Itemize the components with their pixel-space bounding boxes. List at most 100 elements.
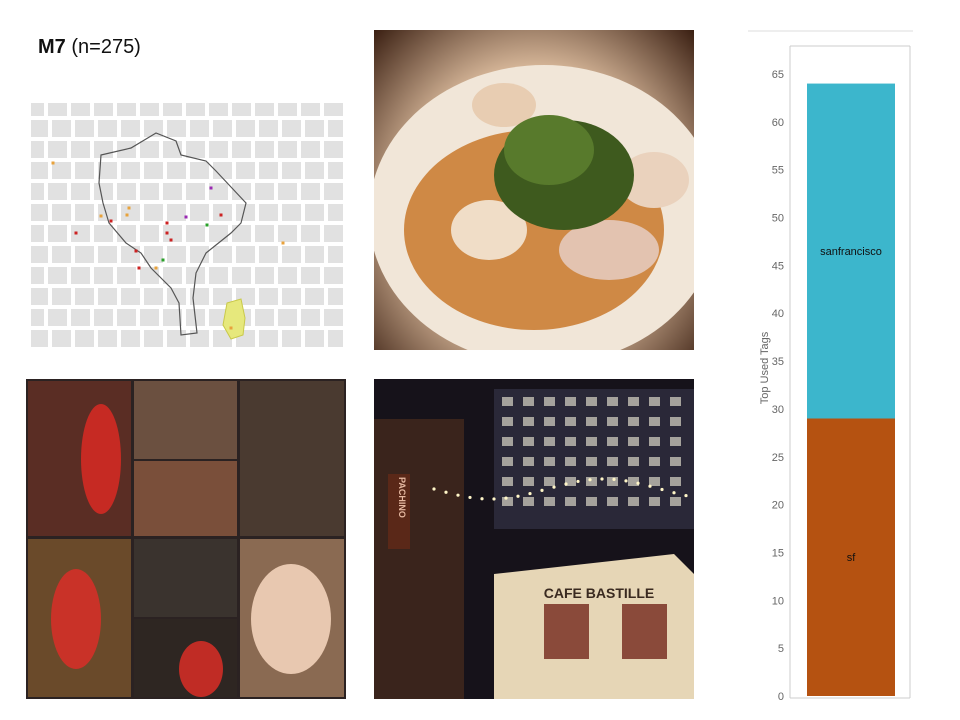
map-dot	[205, 223, 209, 227]
map-block	[94, 309, 113, 326]
map-block	[167, 162, 186, 179]
map-block	[278, 225, 297, 242]
pachino-sign: PACHINO	[397, 477, 407, 518]
map-block	[31, 267, 44, 284]
tags-chart: Top Used Tags 0 5 10 15 20 25 30 35 40 45 50 55 60 65…	[748, 28, 913, 704]
map-dot	[169, 238, 173, 242]
y-tick-label: 55	[772, 165, 784, 177]
map-block	[301, 225, 320, 242]
map-block	[98, 330, 117, 347]
map-block	[52, 330, 71, 347]
map-block	[94, 267, 113, 284]
string-light	[504, 496, 508, 500]
map-block	[328, 120, 343, 137]
string-light	[528, 491, 532, 496]
building-window	[649, 437, 660, 446]
map-block	[75, 120, 94, 137]
building-window	[628, 457, 639, 466]
page-title: M7 (n=275)	[38, 36, 141, 59]
map-block	[48, 225, 67, 242]
string-light	[564, 482, 568, 486]
map-block	[190, 246, 209, 263]
map-block	[301, 183, 320, 200]
string-light	[612, 477, 616, 482]
string-light	[456, 493, 460, 497]
map-block	[167, 330, 186, 347]
map-block	[213, 246, 232, 263]
map-block	[52, 288, 71, 305]
map-block	[121, 288, 140, 305]
building-window	[523, 477, 534, 486]
map-block	[31, 162, 48, 179]
map-block	[140, 225, 159, 242]
map-block	[98, 120, 117, 137]
map-block	[31, 183, 44, 200]
map-block	[121, 330, 140, 347]
map-block	[186, 141, 205, 158]
map-block	[209, 141, 228, 158]
y-tick-label: 65	[772, 69, 784, 81]
building-window	[544, 437, 555, 446]
map-block	[278, 103, 297, 116]
map-block	[117, 267, 136, 284]
map-block	[121, 246, 140, 263]
building-window	[523, 397, 534, 406]
chart-svg: Top Used Tags 0 5 10 15 20 25 30 35 40 45 50 55 60 65…	[748, 30, 913, 703]
map-block	[186, 103, 205, 116]
map-block	[232, 103, 251, 116]
map-block	[186, 225, 205, 242]
map-block	[31, 246, 48, 263]
map-block	[163, 103, 182, 116]
string-light	[540, 488, 544, 493]
map-block	[71, 103, 90, 116]
map-block	[213, 204, 232, 221]
map-block	[328, 288, 343, 305]
building-window	[649, 497, 660, 506]
building-window	[670, 417, 681, 426]
map-dot	[165, 231, 169, 235]
y-tick-label: 20	[772, 500, 784, 512]
map-block	[259, 120, 278, 137]
map-block	[52, 246, 71, 263]
building-window	[544, 417, 555, 426]
y-tick-label: 25	[772, 452, 784, 464]
string-light	[684, 493, 688, 498]
map-block	[75, 330, 94, 347]
map-block	[259, 330, 278, 347]
map-dot	[154, 266, 158, 270]
map-block	[52, 120, 71, 137]
building-window	[523, 437, 534, 446]
map-block	[31, 204, 48, 221]
map-block	[236, 246, 255, 263]
y-tick-label: 10	[772, 595, 784, 607]
building-window	[670, 397, 681, 406]
map-block	[190, 120, 209, 137]
map-block	[117, 225, 136, 242]
building-window	[649, 457, 660, 466]
map-block	[305, 120, 324, 137]
building-window	[502, 437, 513, 446]
map-block	[236, 162, 255, 179]
map-block	[301, 309, 320, 326]
building-window	[502, 457, 513, 466]
map-block	[232, 267, 251, 284]
map-block	[324, 103, 343, 116]
string-light	[552, 485, 556, 489]
map-block	[209, 267, 228, 284]
building-window	[502, 477, 513, 486]
building-window	[523, 417, 534, 426]
map-dot	[184, 215, 188, 219]
building-window	[586, 497, 597, 506]
map-block	[31, 330, 48, 347]
map-block	[144, 288, 163, 305]
map-block	[167, 204, 186, 221]
building-window	[649, 477, 660, 486]
string-light	[468, 495, 472, 500]
map-block	[48, 141, 67, 158]
map-block	[140, 267, 159, 284]
map-block	[190, 162, 209, 179]
map-block	[144, 246, 163, 263]
map-block	[48, 103, 67, 116]
cafe-bastille-sign: CAFE BASTILLE	[544, 585, 654, 601]
building-window	[544, 497, 555, 506]
